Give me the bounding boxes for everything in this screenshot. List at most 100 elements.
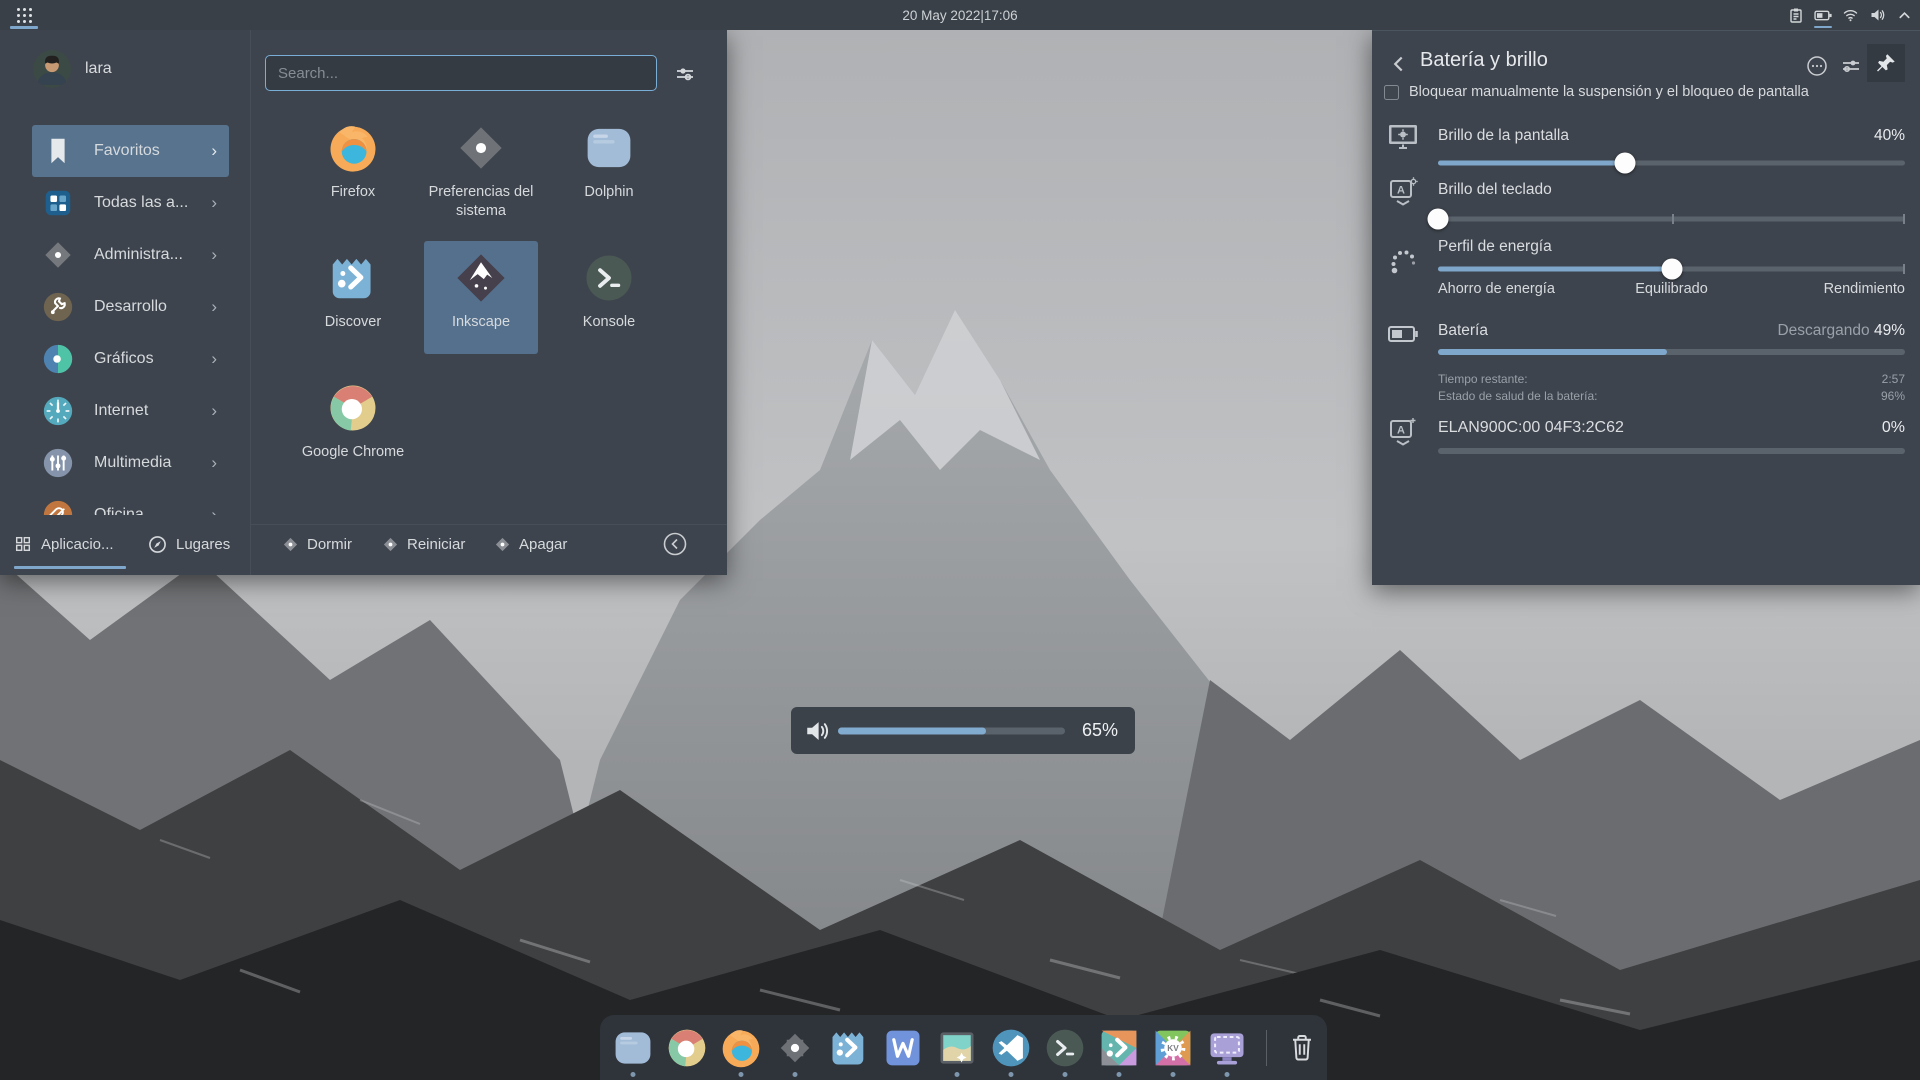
search-configure-icon[interactable] <box>672 61 698 87</box>
volume-icon[interactable] <box>1867 0 1887 30</box>
collapse-chevron-icon[interactable] <box>662 531 688 557</box>
dock-item-image-viewer[interactable] <box>930 1015 984 1080</box>
all-apps-icon <box>41 186 75 220</box>
app-inkscape[interactable]: Inkscape <box>424 241 538 354</box>
dock-item-writer[interactable] <box>876 1015 930 1080</box>
dock-item-system-settings[interactable] <box>768 1015 822 1080</box>
inkscape-icon <box>454 251 508 305</box>
slider-handle[interactable] <box>1661 259 1682 280</box>
desktop: 20 May 2022|17:06 la <box>0 0 1920 1080</box>
battery-icon[interactable] <box>1813 0 1833 30</box>
app-konsole[interactable]: Konsole <box>552 241 666 354</box>
digital-clock[interactable]: 20 May 2022|17:06 <box>0 0 1920 30</box>
chevron-right-icon: › <box>211 297 217 317</box>
option-equilibrado[interactable]: Equilibrado <box>1635 281 1708 297</box>
option-ahorro[interactable]: Ahorro de energía <box>1438 281 1555 297</box>
user-row[interactable]: lara <box>33 50 112 88</box>
slider-tick <box>1672 214 1674 224</box>
battery-brightness-panel: Batería y brillo Bloquear manualmente la… <box>1372 30 1920 585</box>
category-oficina[interactable]: Oficina › <box>32 489 229 515</box>
places-compass-icon <box>148 535 167 554</box>
category-administracion[interactable]: Administra... › <box>32 229 229 281</box>
app-firefox[interactable]: Firefox <box>296 111 410 224</box>
category-list: Favoritos › Todas las a... › Administra.… <box>0 125 250 515</box>
sleep-button[interactable]: Dormir <box>282 520 352 568</box>
category-desarrollo[interactable]: Desarrollo › <box>32 281 229 333</box>
dock-item-konsole[interactable] <box>1038 1015 1092 1080</box>
bookmark-icon <box>41 134 75 168</box>
keyboard-brightness-icon: A <box>1386 174 1420 208</box>
screen-brightness-slider[interactable] <box>1438 152 1905 174</box>
dolphin-icon <box>611 1026 655 1070</box>
dock-item-dolphin[interactable] <box>606 1015 660 1080</box>
avatar <box>33 50 71 88</box>
restart-button[interactable]: Reiniciar <box>382 520 465 568</box>
chevron-right-icon: › <box>211 141 217 161</box>
top-panel: 20 May 2022|17:06 <box>0 0 1920 30</box>
search-input[interactable] <box>265 55 657 91</box>
running-indicator <box>1063 1072 1068 1077</box>
kvantum-icon: KV <box>1151 1026 1195 1070</box>
dock-item-firefox[interactable] <box>714 1015 768 1080</box>
app-discover[interactable]: Discover <box>296 241 410 354</box>
app-preferencias-del-sistema[interactable]: Preferencias del sistema <box>424 111 538 224</box>
suspend-lock-checkbox[interactable] <box>1384 85 1399 100</box>
shutdown-button[interactable]: Apagar <box>494 520 567 568</box>
shutdown-icon <box>494 536 511 553</box>
discover-icon <box>827 1026 871 1070</box>
vscode-icon <box>989 1026 1033 1070</box>
category-todas-las-aplicaciones[interactable]: Todas las a... › <box>32 177 229 229</box>
dock-item-chrome[interactable] <box>660 1015 714 1080</box>
peripheral-value: 0% <box>1882 419 1905 437</box>
dock: KV <box>600 1015 1327 1080</box>
back-chevron-icon[interactable] <box>1386 51 1412 77</box>
category-graficos[interactable]: Gráficos › <box>32 333 229 385</box>
clipboard-icon[interactable] <box>1786 0 1806 30</box>
ellipsis-circle-icon[interactable] <box>1805 54 1829 78</box>
category-multimedia[interactable]: Multimedia › <box>32 437 229 489</box>
app-dolphin[interactable]: Dolphin <box>552 111 666 224</box>
screen-brightness-value: 40% <box>1874 127 1905 145</box>
administration-icon <box>41 238 75 272</box>
chevron-up-icon[interactable] <box>1894 0 1914 30</box>
okular-icon <box>1097 1026 1141 1070</box>
slider-handle[interactable] <box>1428 209 1449 230</box>
monitor-brightness-icon <box>1386 119 1420 153</box>
category-internet[interactable]: Internet › <box>32 385 229 437</box>
konsole-icon <box>582 251 636 305</box>
writer-icon <box>881 1026 925 1070</box>
battery-health-row: Estado de salud de la batería: 96% <box>1438 389 1905 403</box>
keyboard-brightness-slider[interactable] <box>1438 208 1905 230</box>
system-tray <box>1786 0 1914 30</box>
restart-icon <box>382 536 399 553</box>
dock-item-trash[interactable] <box>1277 1015 1327 1080</box>
tab-aplicaciones[interactable]: Aplicacio... <box>14 520 114 568</box>
launcher-footer: Aplicacio... Lugares Dormir Reiniciar Ap… <box>0 520 727 575</box>
option-rendimiento[interactable]: Rendimiento <box>1824 281 1905 297</box>
image-viewer-icon <box>935 1026 979 1070</box>
office-icon <box>41 498 75 515</box>
dock-item-okular[interactable] <box>1092 1015 1146 1080</box>
category-favoritos[interactable]: Favoritos › <box>32 125 229 177</box>
configure-icon[interactable] <box>1839 54 1863 78</box>
svg-text:A: A <box>1397 425 1405 437</box>
wifi-icon[interactable] <box>1840 0 1860 30</box>
system-settings-icon <box>773 1026 817 1070</box>
panel-title: Batería y brillo <box>1420 49 1548 72</box>
power-profile-slider[interactable] <box>1438 258 1905 280</box>
dock-item-spectacle[interactable] <box>1200 1015 1254 1080</box>
slider-handle[interactable] <box>1614 153 1635 174</box>
dock-item-kvantum[interactable]: KV <box>1146 1015 1200 1080</box>
sleep-icon <box>282 536 299 553</box>
volume-osd-value: 65% <box>1082 720 1118 741</box>
running-indicator <box>793 1072 798 1077</box>
dock-item-discover[interactable] <box>822 1015 876 1080</box>
dock-item-vscode[interactable] <box>984 1015 1038 1080</box>
pin-button[interactable] <box>1867 44 1905 82</box>
app-google-chrome[interactable]: Google Chrome <box>296 371 410 484</box>
internet-icon <box>41 394 75 428</box>
chevron-right-icon: › <box>211 349 217 369</box>
tab-lugares[interactable]: Lugares <box>148 520 230 568</box>
power-profile-icon <box>1386 243 1420 277</box>
trash-icon <box>1284 1030 1320 1066</box>
